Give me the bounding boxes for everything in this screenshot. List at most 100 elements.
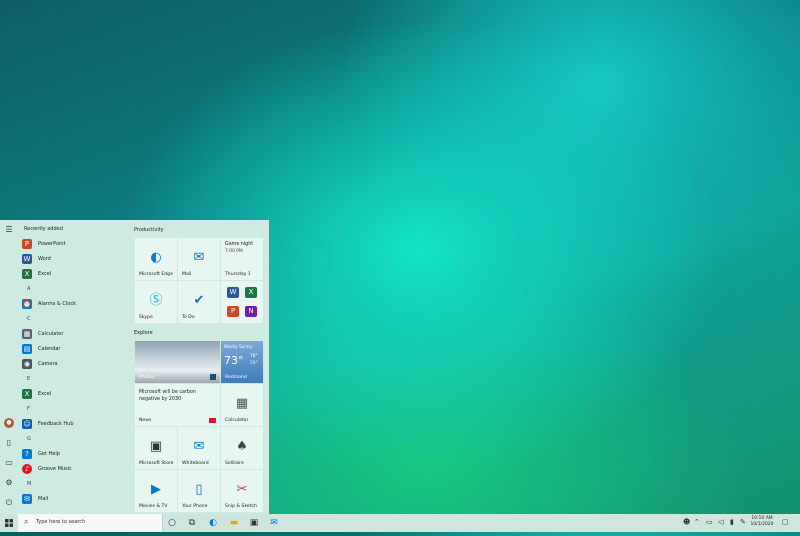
powerpoint-icon: P: [22, 239, 32, 249]
app-feedback-hub[interactable]: ☺ Feedback Hub: [22, 417, 74, 431]
tile-label: Your Phone: [182, 504, 208, 509]
alarm-clock-icon: ⏰: [22, 299, 32, 309]
windows-logo-icon: [5, 519, 13, 527]
word-icon: W: [22, 254, 32, 264]
app-get-help[interactable]: ? Get Help: [22, 447, 60, 461]
word-icon: W: [227, 287, 239, 298]
start-button[interactable]: [0, 514, 18, 532]
whiteboard-icon: ✉: [193, 439, 205, 454]
power-icon[interactable]: ⏻: [4, 498, 14, 508]
app-label: Calculator: [38, 331, 64, 337]
network-icon[interactable]: ▭: [706, 518, 713, 526]
letter-header-g[interactable]: G: [27, 436, 31, 442]
play-icon: ▶: [151, 482, 161, 497]
onenote-icon: N: [245, 306, 257, 317]
app-powerpoint[interactable]: P PowerPoint: [22, 237, 66, 251]
tile-microsoft-store[interactable]: ▣ Microsoft Store: [135, 427, 177, 469]
tile-label: Microsoft Edge: [139, 272, 173, 277]
tile-label: Snip & Sketch: [225, 504, 257, 509]
tile-photos[interactable]: Photos: [135, 341, 220, 383]
mail-icon: ✉: [193, 250, 205, 265]
app-label: Excel: [38, 391, 52, 397]
tile-label: Photos: [139, 375, 155, 380]
tile-weather[interactable]: Mostly Sunny 73° 78° 59° Redmond: [221, 341, 263, 383]
avatar[interactable]: ●: [4, 418, 14, 428]
group-header-explore[interactable]: Explore: [134, 330, 153, 336]
app-excel-2[interactable]: X Excel: [22, 387, 51, 401]
settings-icon[interactable]: ⚙: [4, 478, 14, 488]
notifications-icon[interactable]: ▢: [782, 518, 789, 526]
app-camera[interactable]: ◉ Camera: [22, 357, 58, 371]
tile-office-folder[interactable]: W X P N: [221, 281, 263, 323]
tile-whiteboard[interactable]: ✉ Whiteboard: [178, 427, 220, 469]
edge-icon[interactable]: ◐: [207, 517, 219, 529]
tile-your-phone[interactable]: ▯ Your Phone: [178, 470, 220, 512]
camera-icon: ◉: [22, 359, 32, 369]
calendar-event-time: 7:00 PM: [225, 249, 243, 254]
app-excel[interactable]: X Excel: [22, 267, 51, 281]
app-groove-music[interactable]: ♪ Groove Music: [22, 462, 72, 476]
tile-label: Thursday 1: [225, 272, 251, 277]
search-placeholder: Type here to search: [36, 519, 86, 525]
excel-icon: X: [22, 389, 32, 399]
app-label: Feedback Hub: [38, 421, 74, 427]
list-header: Recently added: [24, 226, 63, 232]
group-header-productivity[interactable]: Productivity: [134, 227, 164, 233]
excel-icon: X: [245, 287, 257, 298]
cortana-icon[interactable]: ○: [166, 517, 178, 529]
letter-header-a[interactable]: A: [27, 286, 30, 292]
clock[interactable]: 10:10 AM 10/1/2020: [748, 516, 776, 528]
tile-movies-tv[interactable]: ▶ Movies & TV: [135, 470, 177, 512]
tile-calendar[interactable]: Game night 7:00 PM Thursday 1: [221, 238, 263, 280]
tile-calculator[interactable]: ▦ Calculator: [221, 384, 263, 426]
tile-to-do[interactable]: ✔ To Do: [178, 281, 220, 323]
tile-skype[interactable]: Ⓢ Skype: [135, 281, 177, 323]
tile-mail[interactable]: ✉ Mail: [178, 238, 220, 280]
tile-microsoft-edge[interactable]: ◐ Microsoft Edge: [135, 238, 177, 280]
tile-news[interactable]: Microsoft will be carbon negative by 203…: [135, 384, 220, 426]
app-calculator[interactable]: ▦ Calculator: [22, 327, 63, 341]
file-explorer-icon[interactable]: ▬: [228, 517, 240, 529]
taskbar: ⌕ Type here to search ○ ⧉ ◐ ▬ ▣ ✉ ☻ ⌃ ▭ …: [0, 514, 800, 532]
app-calendar[interactable]: ▤ Calendar: [22, 342, 60, 356]
hamburger-icon[interactable]: ☰: [4, 225, 14, 235]
letter-header-e[interactable]: E: [27, 376, 30, 382]
calendar-icon: ▤: [22, 344, 32, 354]
app-list: Recently added P PowerPoint W Word X Exc…: [18, 220, 130, 514]
volume-icon[interactable]: ◁: [718, 518, 723, 526]
tile-snip-sketch[interactable]: ✂ Snip & Sketch: [221, 470, 263, 512]
excel-icon: X: [22, 269, 32, 279]
mail-icon: ✉: [22, 494, 32, 504]
letter-header-f[interactable]: F: [27, 406, 30, 412]
feedback-hub-icon: ☺: [22, 419, 32, 429]
tile-label: Whiteboard: [182, 461, 209, 466]
app-mail[interactable]: ✉ Mail: [22, 492, 48, 506]
tile-label: News: [139, 418, 152, 423]
start-menu: ☰ ● ▯ ▭ ⚙ ⏻ Recently added P PowerPoint …: [0, 220, 269, 514]
letter-header-m[interactable]: M: [27, 481, 31, 487]
tile-label: Calculator: [225, 418, 249, 423]
letter-header-c[interactable]: C: [27, 316, 31, 322]
search-box[interactable]: ⌕ Type here to search: [18, 514, 163, 532]
app-label: Word: [38, 256, 51, 262]
chevron-up-icon[interactable]: ⌃: [694, 518, 700, 526]
app-label: Excel: [38, 271, 52, 277]
tile-solitaire[interactable]: ♠ Solitaire: [221, 427, 263, 469]
tile-label: Microsoft Store: [139, 461, 174, 466]
calculator-icon: ▦: [22, 329, 32, 339]
document-icon[interactable]: ▯: [4, 438, 14, 448]
pictures-icon[interactable]: ▭: [4, 458, 14, 468]
cards-icon: ♠: [236, 439, 248, 454]
task-view-icon[interactable]: ⧉: [186, 517, 198, 529]
tile-label: Redmond: [225, 375, 247, 380]
mail-icon[interactable]: ✉: [268, 517, 280, 529]
people-icon[interactable]: ☻: [683, 518, 690, 526]
start-rail: ☰ ● ▯ ▭ ⚙ ⏻: [0, 220, 18, 514]
scissors-icon: ✂: [236, 482, 248, 497]
store-icon[interactable]: ▣: [248, 517, 260, 529]
battery-icon[interactable]: ▮: [730, 518, 734, 526]
pen-icon[interactable]: ✎: [740, 518, 746, 526]
app-alarms-clock[interactable]: ⏰ Alarms & Clock: [22, 297, 76, 311]
weather-condition: Mostly Sunny: [224, 344, 253, 349]
app-word[interactable]: W Word: [22, 252, 51, 266]
